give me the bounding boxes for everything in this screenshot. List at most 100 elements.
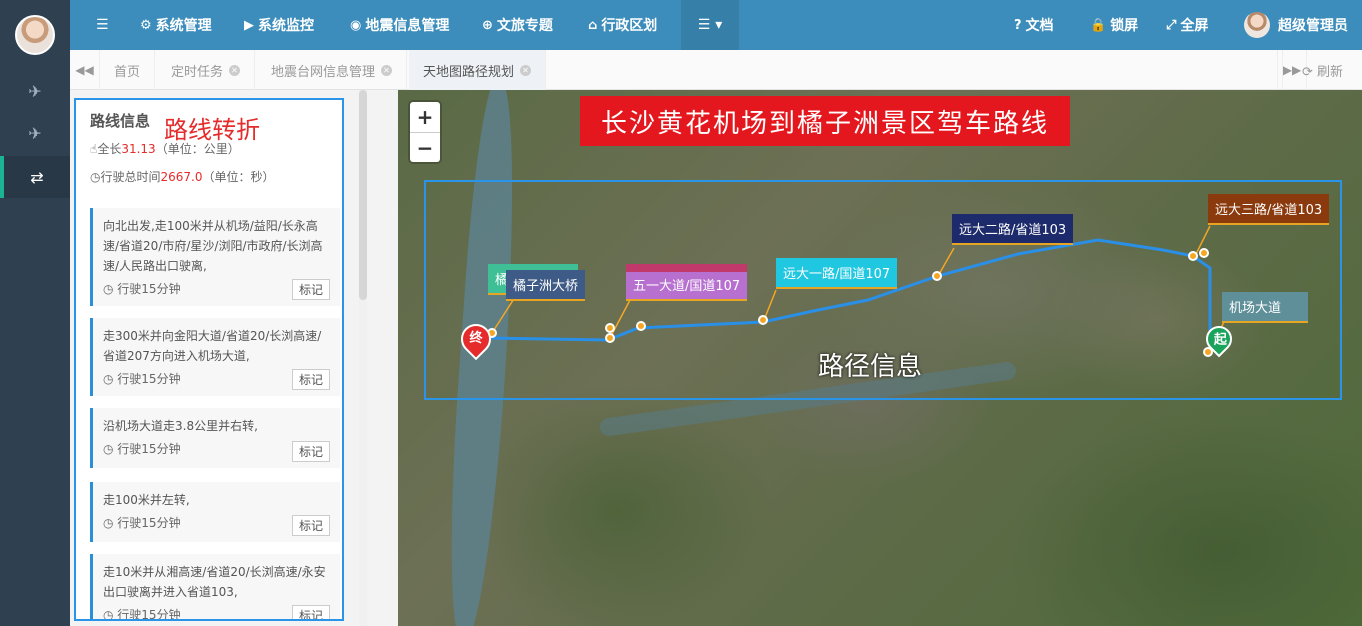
waypoint-pin[interactable]	[1188, 251, 1198, 261]
question-icon: ?	[1014, 17, 1022, 33]
total-length: ☝全长31.13（单位：公里）	[90, 140, 240, 157]
user-menu[interactable]: 超级管理员	[1244, 0, 1348, 50]
sidebar-item-route[interactable]: ⇄	[0, 156, 70, 198]
menu-icon: ☰	[96, 17, 109, 33]
clock-icon: ◷	[90, 170, 101, 184]
route-step[interactable]: 沿机场大道走3.8公里并右转, ◷ 行驶15分钟 标记	[90, 408, 340, 468]
tab-label: 首页	[114, 64, 141, 80]
label-text: 远大二路/省道103	[959, 223, 1067, 238]
step-duration-text: 行驶15分钟	[117, 372, 181, 386]
close-icon[interactable]: ✕	[520, 64, 532, 76]
nav-system-monitor[interactable]: ▶ 系统监控	[244, 0, 314, 50]
nav-label: 全屏	[1180, 18, 1209, 34]
waypoint-pin[interactable]	[1199, 248, 1209, 258]
video-icon: ▶	[244, 17, 254, 33]
waypoint-pin[interactable]	[636, 321, 646, 331]
nav-label: 系统监控	[258, 18, 314, 34]
list-dropdown-icon: ☰ ▾	[697, 17, 723, 33]
clock-icon: ◷	[103, 282, 118, 296]
refresh-button[interactable]: ⟳ 刷新	[1282, 50, 1362, 90]
nav-system-manage[interactable]: ⚙ 系统管理	[140, 0, 212, 50]
refresh-label: ⟳ 刷新	[1301, 64, 1344, 80]
tab-label: 定时任务	[171, 64, 224, 80]
map-title-banner: 长沙黄花机场到橘子洲景区驾车路线	[580, 96, 1070, 146]
label-airport-avenue[interactable]: 机场大道	[1222, 292, 1308, 323]
step-duration-text: 行驶15分钟	[117, 282, 181, 296]
label-juzizhou-bridge[interactable]: 橘子洲大桥	[506, 270, 586, 301]
close-icon[interactable]: ✕	[381, 64, 393, 76]
tab-scheduled-task[interactable]: 定时任务 ✕	[157, 50, 256, 90]
clock-icon: ◷	[103, 516, 118, 530]
label-wuyi-avenue[interactable]: 五一大道/国道107	[626, 264, 748, 301]
globe-icon: ⊕	[482, 17, 493, 33]
start-marker-label: 起	[1213, 332, 1227, 348]
label-yuanda-1st-road[interactable]: 远大一路/国道107	[776, 258, 898, 289]
main-content: 路线信息 路线转折 ☝全长31.13（单位：公里） ◷行驶总时间2667.0（单…	[70, 90, 1362, 626]
route-box-label: 路径信息	[818, 352, 923, 382]
tab-seismic-network[interactable]: 地震台网信息管理 ✕	[257, 50, 408, 90]
scrollbar-thumb[interactable]	[359, 90, 367, 300]
route-step[interactable]: 向北出发,走100米并从机场/益阳/长永高速/省道20/市府/星沙/浏阳/市政府…	[90, 208, 340, 306]
menu-toggle-button[interactable]: ☰	[96, 0, 109, 50]
mark-button[interactable]: 标记	[291, 605, 330, 619]
mark-button[interactable]: 标记	[291, 369, 330, 390]
plane-icon: ✈	[28, 123, 42, 143]
nav-lock-screen[interactable]: 🔒 锁屏	[1090, 0, 1138, 50]
time-prefix: 行驶总时间	[100, 170, 161, 184]
clock-icon: ◷	[103, 372, 118, 386]
zoom-in-button[interactable]: +	[410, 102, 440, 132]
waypoint-pin[interactable]	[758, 315, 768, 325]
label-text: 远大一路/国道107	[783, 267, 891, 282]
tab-home[interactable]: 首页	[100, 50, 156, 90]
tab-label: 天地图路径规划	[423, 64, 515, 80]
label-text: 橘子洲大桥	[513, 279, 579, 294]
step-text: 向北出发,走100米并从机场/益阳/长永高速/省道20/市府/星沙/浏阳/市政府…	[103, 219, 323, 273]
nav-culture-tourism[interactable]: ⊕ 文旅专题	[482, 0, 553, 50]
mark-button[interactable]: 标记	[291, 515, 330, 536]
label-yuanda-3rd-road[interactable]: 远大三路/省道103	[1208, 194, 1330, 225]
double-left-icon: ◀◀	[75, 63, 94, 77]
step-text: 走300米并向金阳大道/省道20/长浏高速/省道207方向进入机场大道,	[103, 329, 322, 363]
mark-button[interactable]: 标记	[291, 441, 330, 462]
institution-icon: ⌂	[588, 17, 598, 33]
panel-scrollbar[interactable]	[359, 90, 367, 626]
step-text: 沿机场大道走3.8公里并右转,	[103, 419, 258, 433]
waypoint-pin[interactable]	[605, 333, 615, 343]
map-marker-icon: ◉	[350, 17, 362, 33]
nav-label: 行政区划	[601, 18, 658, 34]
panel-title: 路线信息	[90, 112, 151, 130]
tab-label: 地震台网信息管理	[271, 64, 376, 80]
sidebar-item-flight-2[interactable]: ✈	[0, 112, 70, 154]
user-avatar	[1244, 12, 1270, 38]
route-step[interactable]: 走300米并向金阳大道/省道20/长浏高速/省道207方向进入机场大道, ◷ 行…	[90, 318, 340, 396]
map-view[interactable]: + − 长沙黄花机场到橘子洲景区驾车路线 路径信息 橘 橘子洲大桥 五一大道/国…	[398, 90, 1362, 626]
label-text: 五一大道/国道107	[633, 279, 741, 294]
top-navbar: ☰ ⚙ 系统管理 ▶ 系统监控 ◉ 地震信息管理 ⊕ 文旅专题 ⌂ 行政区划 ☰…	[70, 0, 1362, 50]
tab-prev-button[interactable]: ◀◀	[70, 50, 100, 90]
plane-outline-icon: ✈	[28, 81, 42, 101]
zoom-out-button[interactable]: −	[410, 132, 440, 162]
nav-label: 地震信息管理	[365, 18, 450, 34]
more-menu-dropdown[interactable]: ☰ ▾	[681, 0, 739, 50]
label-yuanda-2nd-road[interactable]: 远大二路/省道103	[952, 214, 1074, 245]
nav-fullscreen[interactable]: ⤢ 全屏	[1166, 0, 1208, 50]
sidebar-item-flight-1[interactable]: ✈	[0, 70, 70, 112]
route-step[interactable]: 走100米并左转, ◷ 行驶15分钟 标记	[90, 482, 340, 542]
tab-bar: ◀◀ 首页 定时任务 ✕ 地震台网信息管理 ✕ 天地图路径规划 ✕ ▶▶ ⟳ 刷…	[70, 50, 1362, 90]
step-duration-text: 行驶15分钟	[117, 442, 181, 456]
tab-route-planning[interactable]: 天地图路径规划 ✕	[409, 50, 547, 90]
route-step[interactable]: 走10米并从湘高速/省道20/长浏高速/永安出口驶离并进入省道103, ◷ 行驶…	[90, 554, 340, 619]
nav-docs[interactable]: ? 文档	[1014, 0, 1054, 50]
nav-earthquake-info[interactable]: ◉ 地震信息管理	[350, 0, 449, 50]
avatar[interactable]	[15, 15, 55, 55]
close-icon[interactable]: ✕	[229, 64, 241, 76]
nav-admin-division[interactable]: ⌂ 行政区划	[588, 0, 657, 50]
step-text: 走100米并左转,	[103, 493, 190, 507]
waypoint-pin[interactable]	[605, 323, 615, 333]
zoom-control: + −	[410, 102, 440, 162]
end-marker-label: 终	[469, 331, 483, 346]
total-time: ◷行驶总时间2667.0（单位：秒）	[90, 168, 275, 185]
waypoint-pin[interactable]	[932, 271, 942, 281]
step-text: 走10米并从湘高速/省道20/长浏高速/永安出口驶离并进入省道103,	[103, 565, 326, 599]
mark-button[interactable]: 标记	[291, 279, 330, 300]
